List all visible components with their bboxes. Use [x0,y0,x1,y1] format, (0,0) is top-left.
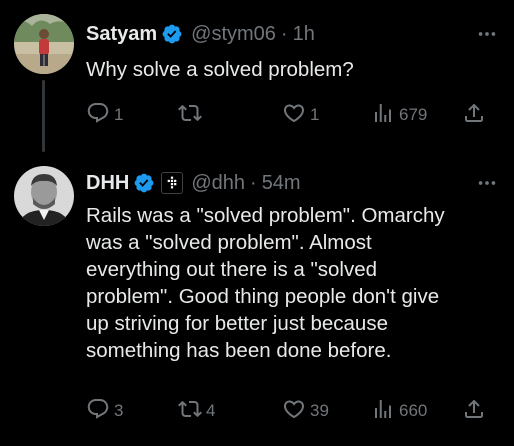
reply-count: 3 [114,401,124,420]
repost-icon [178,101,202,130]
share-icon [462,397,486,426]
timestamp[interactable]: 1h [293,23,315,46]
timestamp[interactable]: 54m [262,172,301,195]
tweet-satyam[interactable]: Satyam @stym06 · 1h Why solve a solved p… [0,0,514,152]
thread-connector-line [42,80,45,152]
tweet-text: Why solve a solved problem? [86,58,354,81]
repost-icon [178,397,202,426]
like-button[interactable]: 39 [282,396,329,426]
reply-button[interactable]: 3 [86,396,123,426]
share-button[interactable] [462,396,486,426]
tweet-header: DHH @dhh · 54m [86,168,498,198]
views-button[interactable]: 679 [371,100,427,130]
views-count: 679 [399,105,428,124]
views-count: 660 [399,401,428,420]
author-name[interactable]: Satyam [86,23,157,46]
reply-count: 1 [114,105,124,124]
share-icon [462,101,486,130]
verified-badge-icon [133,172,155,194]
repost-button[interactable]: 4 [178,396,215,426]
separator-dot: · [250,171,257,194]
like-count: 39 [310,401,329,420]
action-bar: 1 1 679 [86,100,500,130]
like-button[interactable]: 1 [282,100,319,130]
heart-icon [282,397,306,426]
author-handle[interactable]: @stym06 [191,23,276,46]
tweet-header: Satyam @stym06 · 1h [86,19,498,49]
author-handle[interactable]: @dhh [191,172,245,195]
tweet-dhh[interactable]: DHH @dhh · 54m Rails was a "solved probl… [0,152,514,446]
like-count: 1 [310,105,320,124]
more-options-icon[interactable] [476,23,498,45]
separator-dot: · [280,22,288,45]
repost-button[interactable] [178,100,206,130]
views-icon [371,397,395,426]
more-options-icon[interactable] [476,172,498,194]
views-button[interactable]: 660 [371,396,427,426]
verified-badge-icon [161,23,183,45]
share-button[interactable] [462,100,486,130]
affiliate-badge-icon[interactable] [161,172,184,194]
action-bar: 3 4 39 660 [86,396,500,426]
avatar-dhh[interactable] [14,166,74,226]
tweet-text: Rails was a "solved problem". Omarchy wa… [86,204,445,362]
avatar-satyam[interactable] [14,14,74,74]
heart-icon [282,101,306,130]
views-icon [371,101,395,130]
reply-button[interactable]: 1 [86,100,123,130]
reply-icon [86,101,110,130]
reply-icon [86,397,110,426]
author-name[interactable]: DHH [86,172,129,195]
repost-count: 4 [206,401,216,420]
